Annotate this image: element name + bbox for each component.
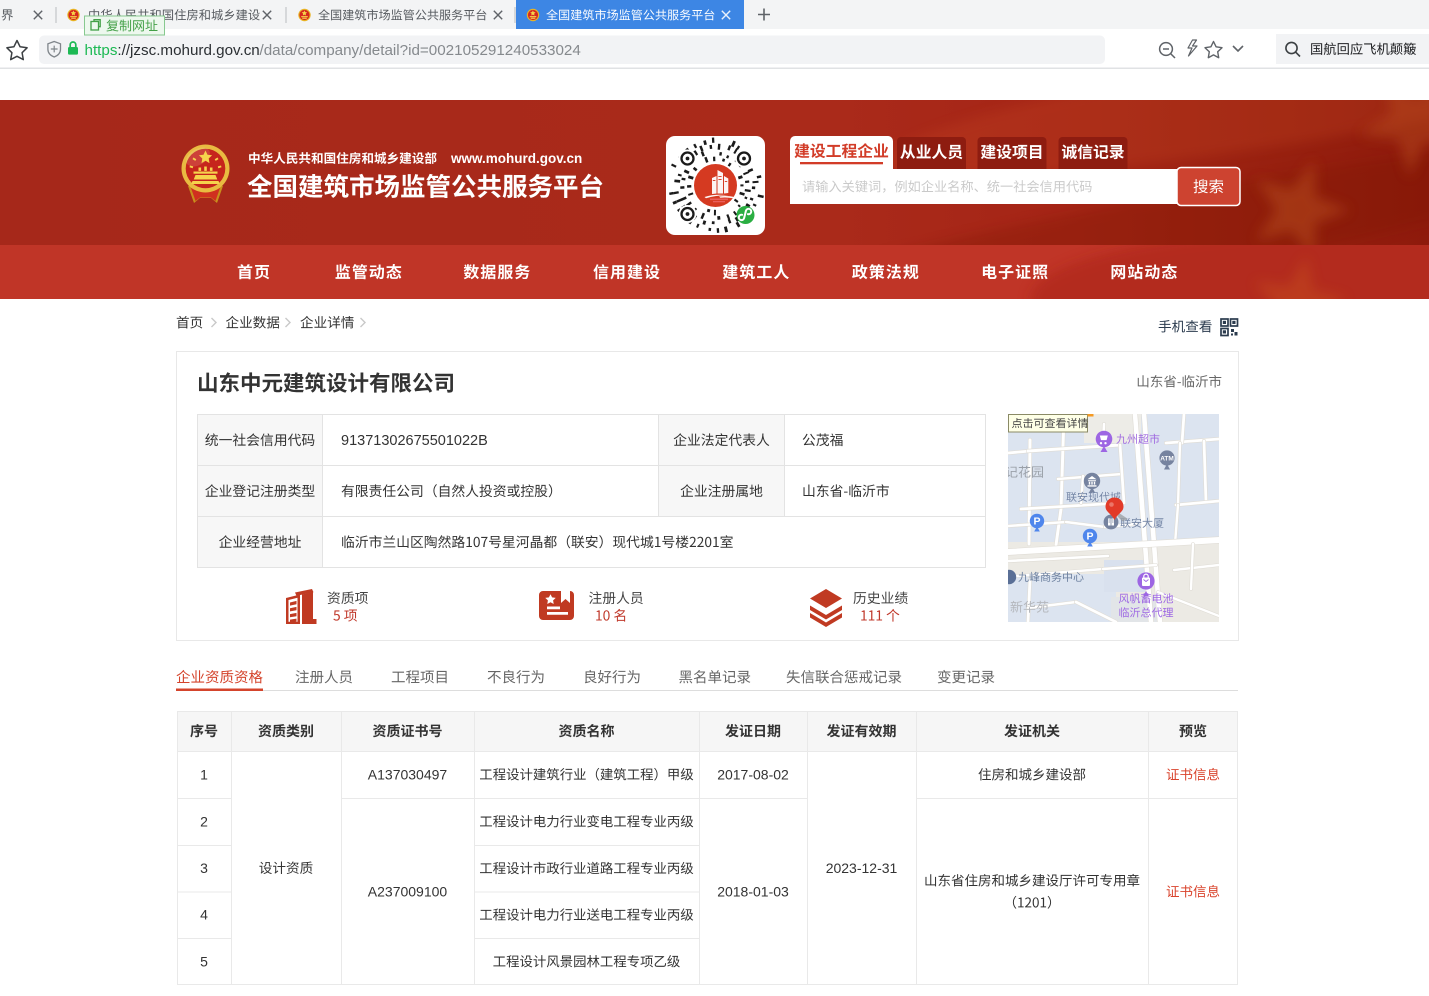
- svg-text:ATM: ATM: [1160, 455, 1174, 462]
- svg-text:2017-08-02: 2017-08-02: [717, 766, 789, 782]
- svg-text:www.mohurd.gov.cn: www.mohurd.gov.cn: [450, 151, 582, 166]
- svg-text:3: 3: [200, 860, 208, 876]
- svg-text:P: P: [1086, 531, 1093, 543]
- svg-text:P: P: [1033, 516, 1040, 528]
- svg-text:2: 2: [200, 813, 208, 829]
- svg-text:4: 4: [200, 907, 208, 923]
- svg-text:2018-01-03: 2018-01-03: [717, 883, 789, 899]
- svg-text:91371302675501022B: 91371302675501022B: [341, 433, 488, 449]
- svg-text:https: https: [85, 42, 118, 59]
- svg-text:://jzsc.mohurd.gov.cn: ://jzsc.mohurd.gov.cn: [117, 42, 259, 59]
- svg-text:5: 5: [200, 953, 208, 969]
- svg-text:A137030497: A137030497: [368, 766, 448, 782]
- svg-text:1: 1: [200, 766, 208, 782]
- svg-text:/data/company/detail?id=002105: /data/company/detail?id=0021052912405330…: [260, 42, 581, 59]
- svg-text:2023-12-31: 2023-12-31: [826, 860, 898, 876]
- svg-text:A237009100: A237009100: [368, 883, 448, 899]
